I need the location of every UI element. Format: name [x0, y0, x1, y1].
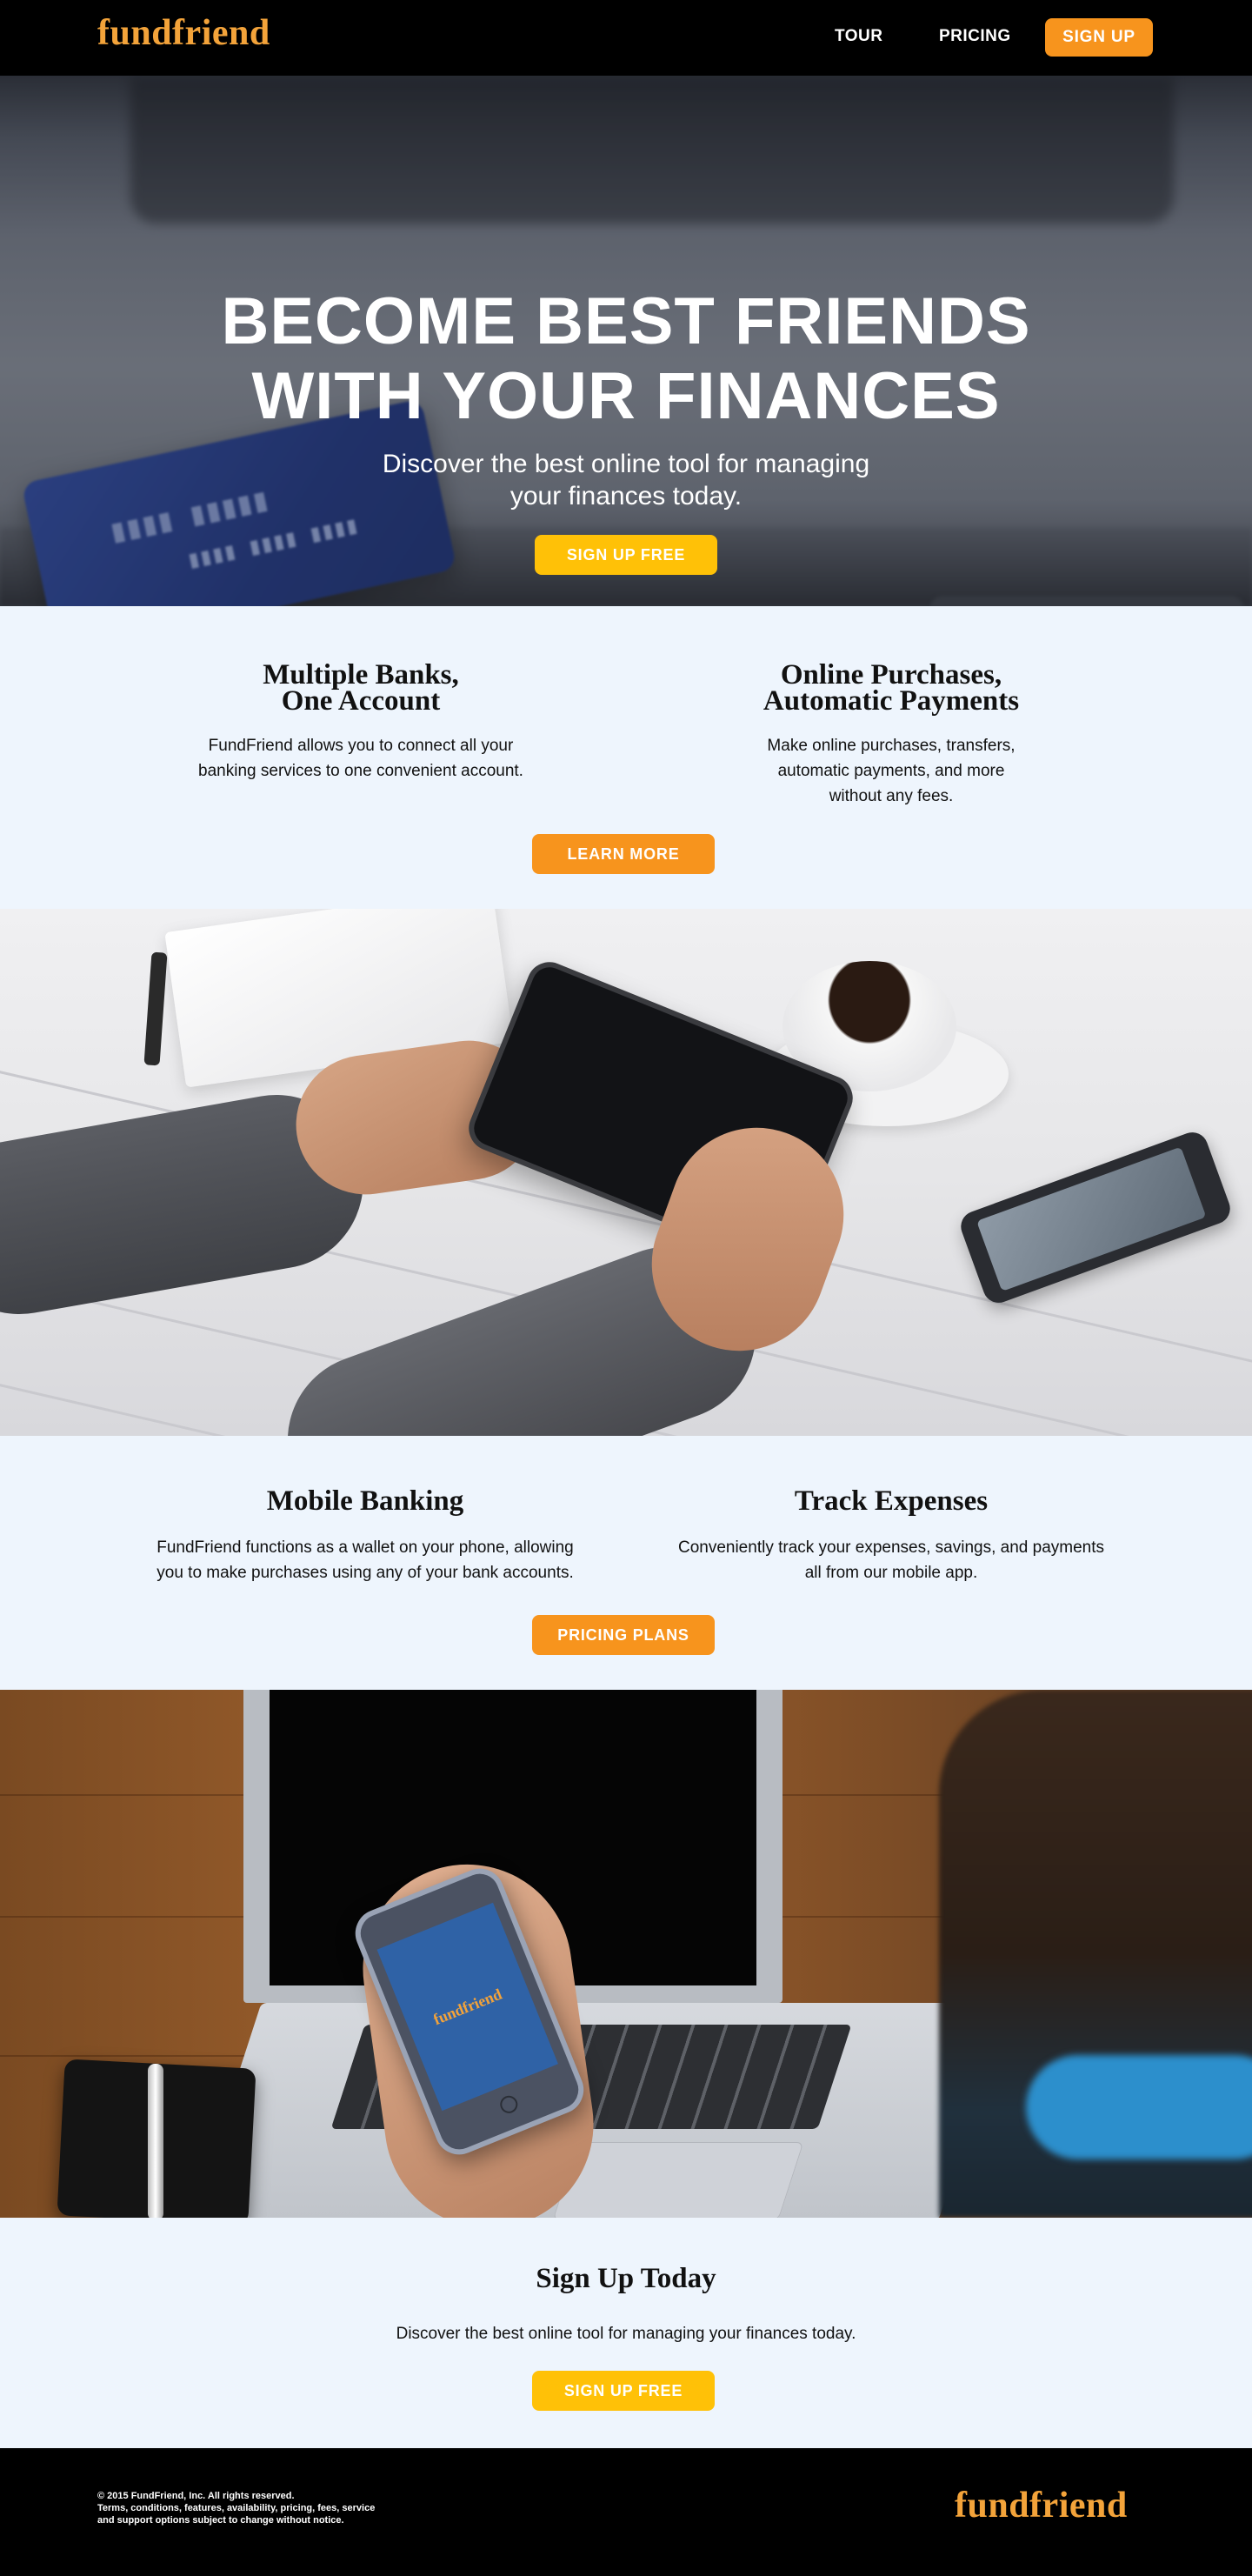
signup-free-button[interactable]: SIGN UP FREE — [532, 2371, 715, 2411]
feature-title: Online Purchases, Automatic Payments — [669, 661, 1113, 717]
feature-text-line-2: you to make purchases using any of your … — [156, 1564, 574, 1582]
feature-text-line-1: Make online purchases, transfers, — [767, 737, 1016, 755]
nav-signup-button[interactable]: SIGN UP — [1045, 18, 1153, 57]
footer-logo[interactable]: fundfriend — [955, 2485, 1128, 2526]
footer-terms-line-2: and support options subject to change wi… — [97, 2515, 344, 2526]
feature-title: Multiple Banks, One Account — [139, 661, 583, 717]
feature-title-line-2: One Account — [281, 685, 441, 717]
feature-track-expenses: Track Expenses Conveniently track your e… — [635, 1485, 1148, 1585]
feature-text-line-1: FundFriend allows you to connect all you… — [208, 737, 514, 755]
feature-title: Track Expenses — [794, 1485, 989, 1517]
feature-online-purchases: Online Purchases, Automatic Payments Mak… — [669, 661, 1113, 809]
feature-text-line-1: FundFriend functions as a wallet on your… — [156, 1538, 574, 1557]
hero-subtitle-line-2: your finances today. — [509, 482, 743, 511]
nav-link-tour[interactable]: TOUR — [835, 27, 882, 46]
features-section-1: Multiple Banks, One Account FundFriend a… — [0, 606, 1252, 909]
feature-multiple-banks: Multiple Banks, One Account FundFriend a… — [139, 661, 583, 784]
hero-section: ▮▮▮▮ ▮▮▮▮▮ ▮▮▮▮ ▮▮▮▮ ▮▮▮▮ BECOME BEST FR… — [0, 76, 1252, 606]
features-section-2: Mobile Banking FundFriend functions as a… — [0, 1436, 1252, 1690]
signup-title: Sign Up Today — [536, 2263, 716, 2294]
footer: © 2015 FundFriend, Inc. All rights reser… — [0, 2448, 1252, 2576]
footer-legal-text: © 2015 FundFriend, Inc. All rights reser… — [97, 2490, 375, 2526]
feature-text-line-2: automatic payments, and more — [777, 762, 1005, 780]
pen-image — [148, 2064, 163, 2218]
feature-text-line-2: all from our mobile app. — [804, 1564, 978, 1582]
top-nav: fundfriend TOUR PRICING SIGN UP — [0, 0, 1252, 76]
person-shirt-image — [1026, 2055, 1252, 2159]
feature-mobile-banking: Mobile Banking FundFriend functions as a… — [113, 1485, 617, 1585]
nav-link-pricing[interactable]: PRICING — [939, 27, 1011, 46]
hero-title-line-1: BECOME BEST FRIENDS — [221, 284, 1031, 358]
signup-section: Sign Up Today Discover the best online t… — [0, 2218, 1252, 2448]
feature-text: Make online purchases, transfers, automa… — [669, 733, 1113, 809]
hero-content: BECOME BEST FRIENDS WITH YOUR FINANCES D… — [0, 284, 1252, 575]
feature-title-line-2: Automatic Payments — [763, 685, 1020, 717]
feature-text: FundFriend functions as a wallet on your… — [113, 1535, 617, 1585]
footer-copyright: © 2015 FundFriend, Inc. All rights reser… — [97, 2491, 295, 2501]
hero-signup-free-button[interactable]: SIGN UP FREE — [535, 535, 717, 575]
learn-more-button[interactable]: LEARN MORE — [532, 834, 715, 874]
brand-logo[interactable]: fundfriend — [97, 12, 270, 54]
laptop-trackpad-image — [552, 2142, 804, 2218]
tablet-desk-photo — [0, 909, 1252, 1436]
feature-text-line-1: Conveniently track your expenses, saving… — [677, 1538, 1105, 1557]
signup-text: Discover the best online tool for managi… — [396, 2325, 856, 2343]
pricing-plans-button[interactable]: PRICING PLANS — [532, 1615, 715, 1655]
laptop-phone-photo: fundfriend — [0, 1690, 1252, 2218]
footer-terms-line-1: Terms, conditions, features, availabilit… — [97, 2503, 376, 2513]
smartphone-image — [956, 1128, 1235, 1307]
feature-text: FundFriend allows you to connect all you… — [139, 733, 583, 784]
hero-title: BECOME BEST FRIENDS WITH YOUR FINANCES — [0, 284, 1252, 434]
feature-text-line-3: without any fees. — [829, 787, 954, 805]
pen-image — [143, 951, 168, 1066]
smartphone-screen — [976, 1146, 1207, 1291]
phone-app-logo: fundfriend — [430, 1985, 504, 2028]
phone-home-button — [497, 2092, 521, 2116]
hero-subtitle: Discover the best online tool for managi… — [0, 448, 1252, 512]
feature-title: Mobile Banking — [266, 1485, 464, 1517]
feature-text: Conveniently track your expenses, saving… — [635, 1535, 1148, 1585]
hero-title-line-2: WITH YOUR FINANCES — [251, 359, 1001, 433]
feature-text-line-2: banking services to one convenient accou… — [198, 762, 523, 780]
hero-subtitle-line-1: Discover the best online tool for managi… — [382, 450, 870, 478]
